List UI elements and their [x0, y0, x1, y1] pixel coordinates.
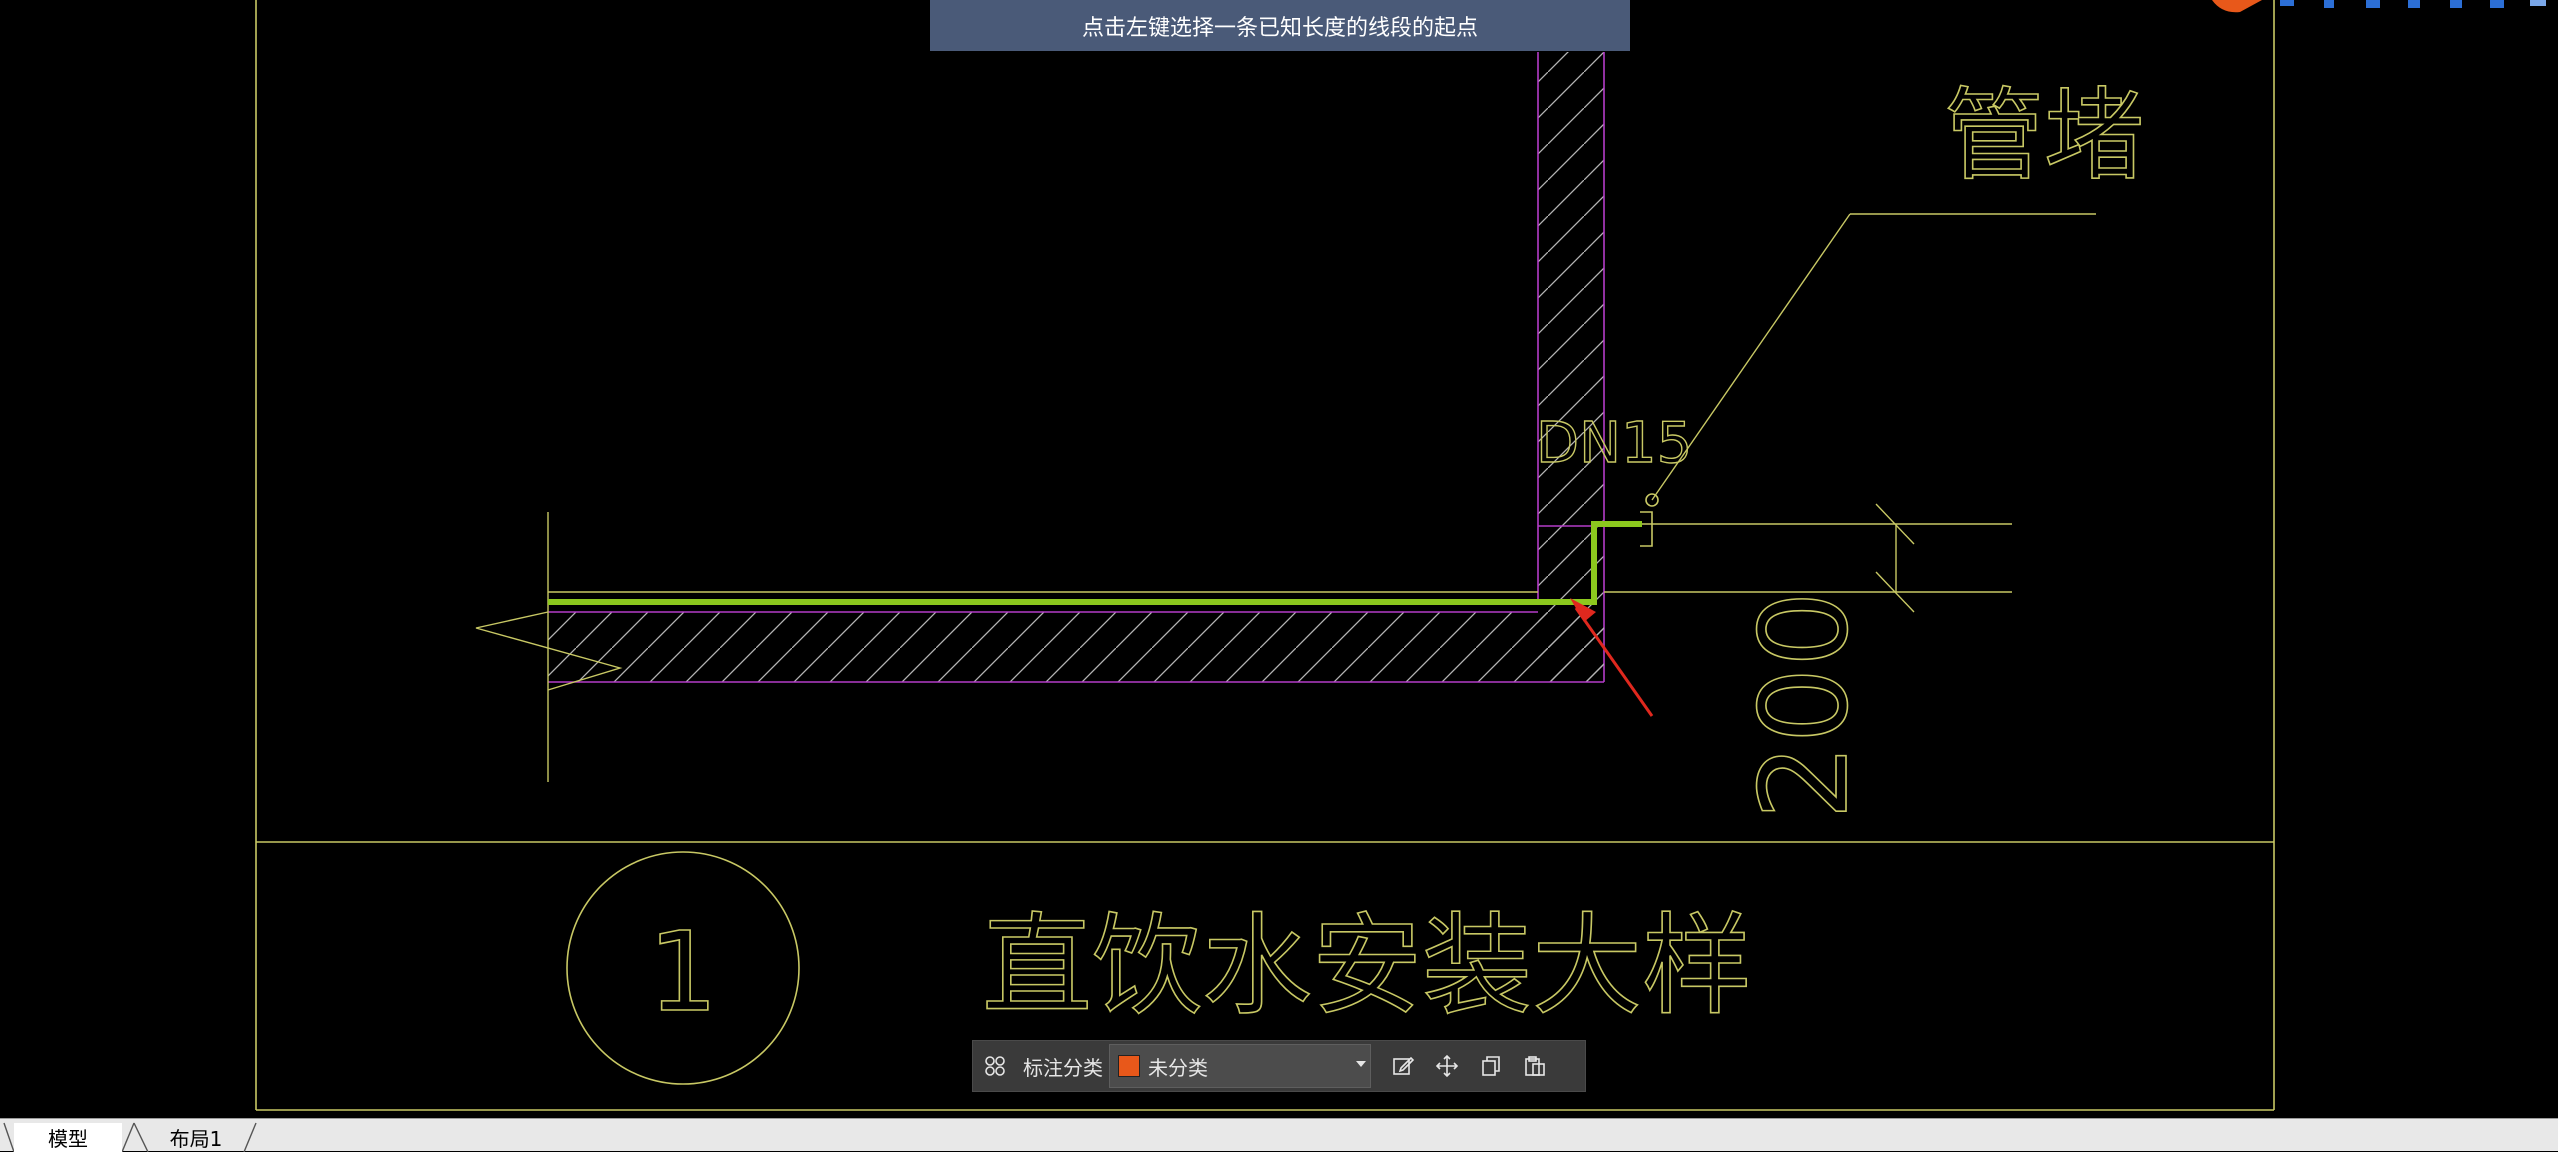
reference-lines [548, 523, 2012, 593]
paste-icon[interactable] [1513, 1044, 1557, 1088]
layout-tabs-bar: 模型 布局1 [0, 1118, 2558, 1152]
tab-model-label: 模型 [48, 1127, 88, 1151]
detail-title: 直饮水安装大样 [982, 902, 1752, 1030]
leader-line [1651, 213, 2096, 501]
chevron-down-icon [1356, 1061, 1366, 1067]
command-prompt-banner: 点击左键选择一条已知长度的线段的起点 [930, 0, 1630, 51]
layout-grid-icon[interactable] [973, 1044, 1017, 1088]
command-prompt-text: 点击左键选择一条已知长度的线段的起点 [1081, 15, 1478, 41]
annotation-toolbar: 标注分类 未分类 [972, 1040, 1586, 1092]
dn15-label: DN15 [1536, 411, 1692, 476]
pipe-run[interactable] [548, 521, 1642, 605]
tab-layout1[interactable]: 布局1 [148, 1123, 244, 1152]
category-value: 未分类 [1148, 1055, 1208, 1080]
dimension-200 [1875, 503, 1915, 613]
detail-number: 1 [648, 908, 718, 1036]
move-icon[interactable] [1425, 1044, 1469, 1088]
category-color-swatch [1118, 1055, 1140, 1077]
edit-icon[interactable] [1381, 1044, 1425, 1088]
floor-slab [548, 611, 1604, 683]
tab-layout1-label: 布局1 [169, 1127, 223, 1151]
category-select[interactable]: 未分类 [1109, 1044, 1371, 1088]
top-right-app-icons[interactable] [2212, 0, 2546, 13]
cad-drawing-canvas[interactable]: 管堵 DN15 200 1 直饮水安装大样 [0, 0, 2558, 1151]
category-label: 标注分类 [1023, 1055, 1103, 1080]
dimension-text: 200 [1736, 591, 1875, 820]
tab-model[interactable]: 模型 [14, 1123, 122, 1152]
copy-icon[interactable] [1469, 1044, 1513, 1088]
pipe-cap [1640, 493, 1659, 547]
pipe-cap-label: 管堵 [1944, 77, 2144, 194]
